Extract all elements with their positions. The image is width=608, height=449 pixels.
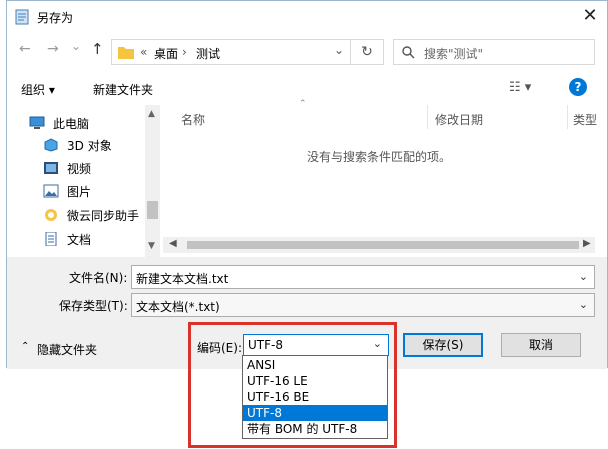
title-bar: 另存为 ✕: [7, 1, 607, 33]
arrow-left-icon: ←: [19, 41, 31, 57]
search-box[interactable]: 搜索"测试": [393, 39, 595, 65]
horizontal-scrollbar-thumb[interactable]: [187, 241, 579, 249]
search-placeholder: 搜索"测试": [424, 47, 484, 61]
navigation-pane: 此电脑 3D 对象 视频 图片 微云同步助手 文档: [17, 105, 163, 257]
breadcrumb-desktop[interactable]: 桌面: [154, 45, 178, 62]
sidebar-item-label: 3D 对象: [67, 139, 112, 153]
folder-icon: [118, 47, 134, 59]
column-header-modified[interactable]: 修改日期: [435, 111, 483, 128]
sidebar-scrollbar[interactable]: ▲ ▼: [145, 105, 160, 257]
address-dropdown-icon[interactable]: ⌄: [334, 43, 344, 57]
column-header-name[interactable]: 名称: [181, 111, 205, 128]
close-button[interactable]: ✕: [577, 3, 603, 29]
sidebar-item-label: 微云同步助手: [67, 209, 140, 223]
cloud-sync-icon: [45, 209, 57, 221]
toolbar: 组织 ▾ 新建文件夹 ☷ ▾ ?: [7, 73, 607, 103]
encoding-option-utf16le[interactable]: UTF-16 LE: [243, 373, 387, 389]
cancel-button[interactable]: 取消: [501, 333, 581, 357]
sidebar-item-label: 此电脑: [53, 117, 90, 131]
filetype-label: 保存类型(T):: [59, 299, 128, 313]
save-button[interactable]: 保存(S): [403, 333, 483, 357]
file-list[interactable]: [163, 105, 607, 257]
recent-locations-button[interactable]: ⌄: [71, 39, 81, 53]
filetype-value: 文本文档(*.txt): [136, 300, 220, 314]
forward-button[interactable]: →: [47, 41, 59, 57]
refresh-icon: ↻: [361, 44, 373, 60]
scroll-right-icon[interactable]: ▶: [583, 238, 591, 249]
breadcrumb-separator: ›: [182, 45, 187, 59]
encoding-dropdown-list[interactable]: ANSI UTF-16 LE UTF-16 BE UTF-8 带有 BOM 的 …: [242, 355, 388, 439]
encoding-option-utf8[interactable]: UTF-8: [243, 405, 387, 421]
cube-icon: [44, 138, 58, 152]
encoding-option-utf8-bom[interactable]: 带有 BOM 的 UTF-8: [243, 421, 387, 437]
empty-list-message: 没有与搜索条件匹配的项。: [307, 150, 452, 164]
help-button[interactable]: ?: [569, 78, 587, 96]
sidebar-item-label: 文档: [67, 233, 92, 247]
document-icon: [45, 232, 57, 246]
scroll-left-icon[interactable]: ◀: [169, 238, 177, 249]
filetype-select[interactable]: 文本文档(*.txt) ⌄: [131, 293, 595, 317]
chevron-down-icon[interactable]: ⌄: [579, 298, 588, 311]
arrow-up-icon: ↑: [91, 40, 104, 58]
sidebar-item-label: 图片: [67, 185, 92, 199]
column-divider[interactable]: [567, 105, 568, 129]
column-divider[interactable]: [427, 105, 428, 129]
collapse-icon[interactable]: ⌃: [21, 341, 29, 352]
breadcrumb-test[interactable]: 测试: [196, 45, 220, 62]
new-folder-button[interactable]: 新建文件夹: [93, 81, 153, 98]
refresh-button[interactable]: ↻: [351, 39, 384, 65]
up-button[interactable]: ↑: [91, 40, 104, 58]
horizontal-scrollbar[interactable]: ◀ ▶: [163, 237, 595, 253]
organize-menu[interactable]: 组织 ▾: [21, 81, 55, 98]
notepad-icon: [15, 9, 29, 25]
video-icon: [44, 162, 58, 174]
save-as-dialog: 另存为 ✕ ← → ⌄ ↑ « 桌面 › 测试 ⌄ ↻ 搜索"测试" 组织 ▾ …: [6, 0, 608, 369]
filename-value: 新建文本文档.txt: [136, 272, 229, 286]
window-title: 另存为: [37, 11, 74, 25]
help-icon: ?: [574, 80, 582, 94]
chevron-down-icon: ⌄: [71, 39, 82, 53]
scroll-down-icon[interactable]: ▼: [148, 241, 155, 251]
scroll-up-icon[interactable]: ▲: [148, 109, 155, 119]
encoding-option-ansi[interactable]: ANSI: [243, 357, 387, 373]
arrow-right-icon: →: [47, 41, 59, 57]
breadcrumb-overflow[interactable]: «: [140, 45, 147, 59]
view-options-button[interactable]: ☷ ▾: [509, 80, 531, 95]
view-icon: ☷ ▾: [509, 80, 532, 95]
column-header-type[interactable]: 类型: [573, 111, 597, 128]
filename-input[interactable]: 新建文本文档.txt ⌄: [131, 265, 595, 289]
close-icon: ✕: [582, 5, 598, 26]
filename-label: 文件名(N):: [69, 271, 128, 285]
address-bar[interactable]: « 桌面 › 测试 ⌄: [111, 39, 351, 65]
computer-icon: [29, 116, 45, 129]
picture-icon: [43, 184, 59, 198]
sort-indicator-icon: ⌃: [299, 99, 307, 109]
search-icon: [402, 46, 415, 59]
chevron-down-icon[interactable]: ⌄: [579, 270, 588, 283]
encoding-option-utf16be[interactable]: UTF-16 BE: [243, 389, 387, 405]
scrollbar-thumb[interactable]: [147, 201, 158, 219]
back-button[interactable]: ←: [19, 41, 31, 57]
hide-folders-toggle[interactable]: 隐藏文件夹: [37, 341, 97, 358]
sidebar-item-label: 视频: [67, 162, 92, 176]
